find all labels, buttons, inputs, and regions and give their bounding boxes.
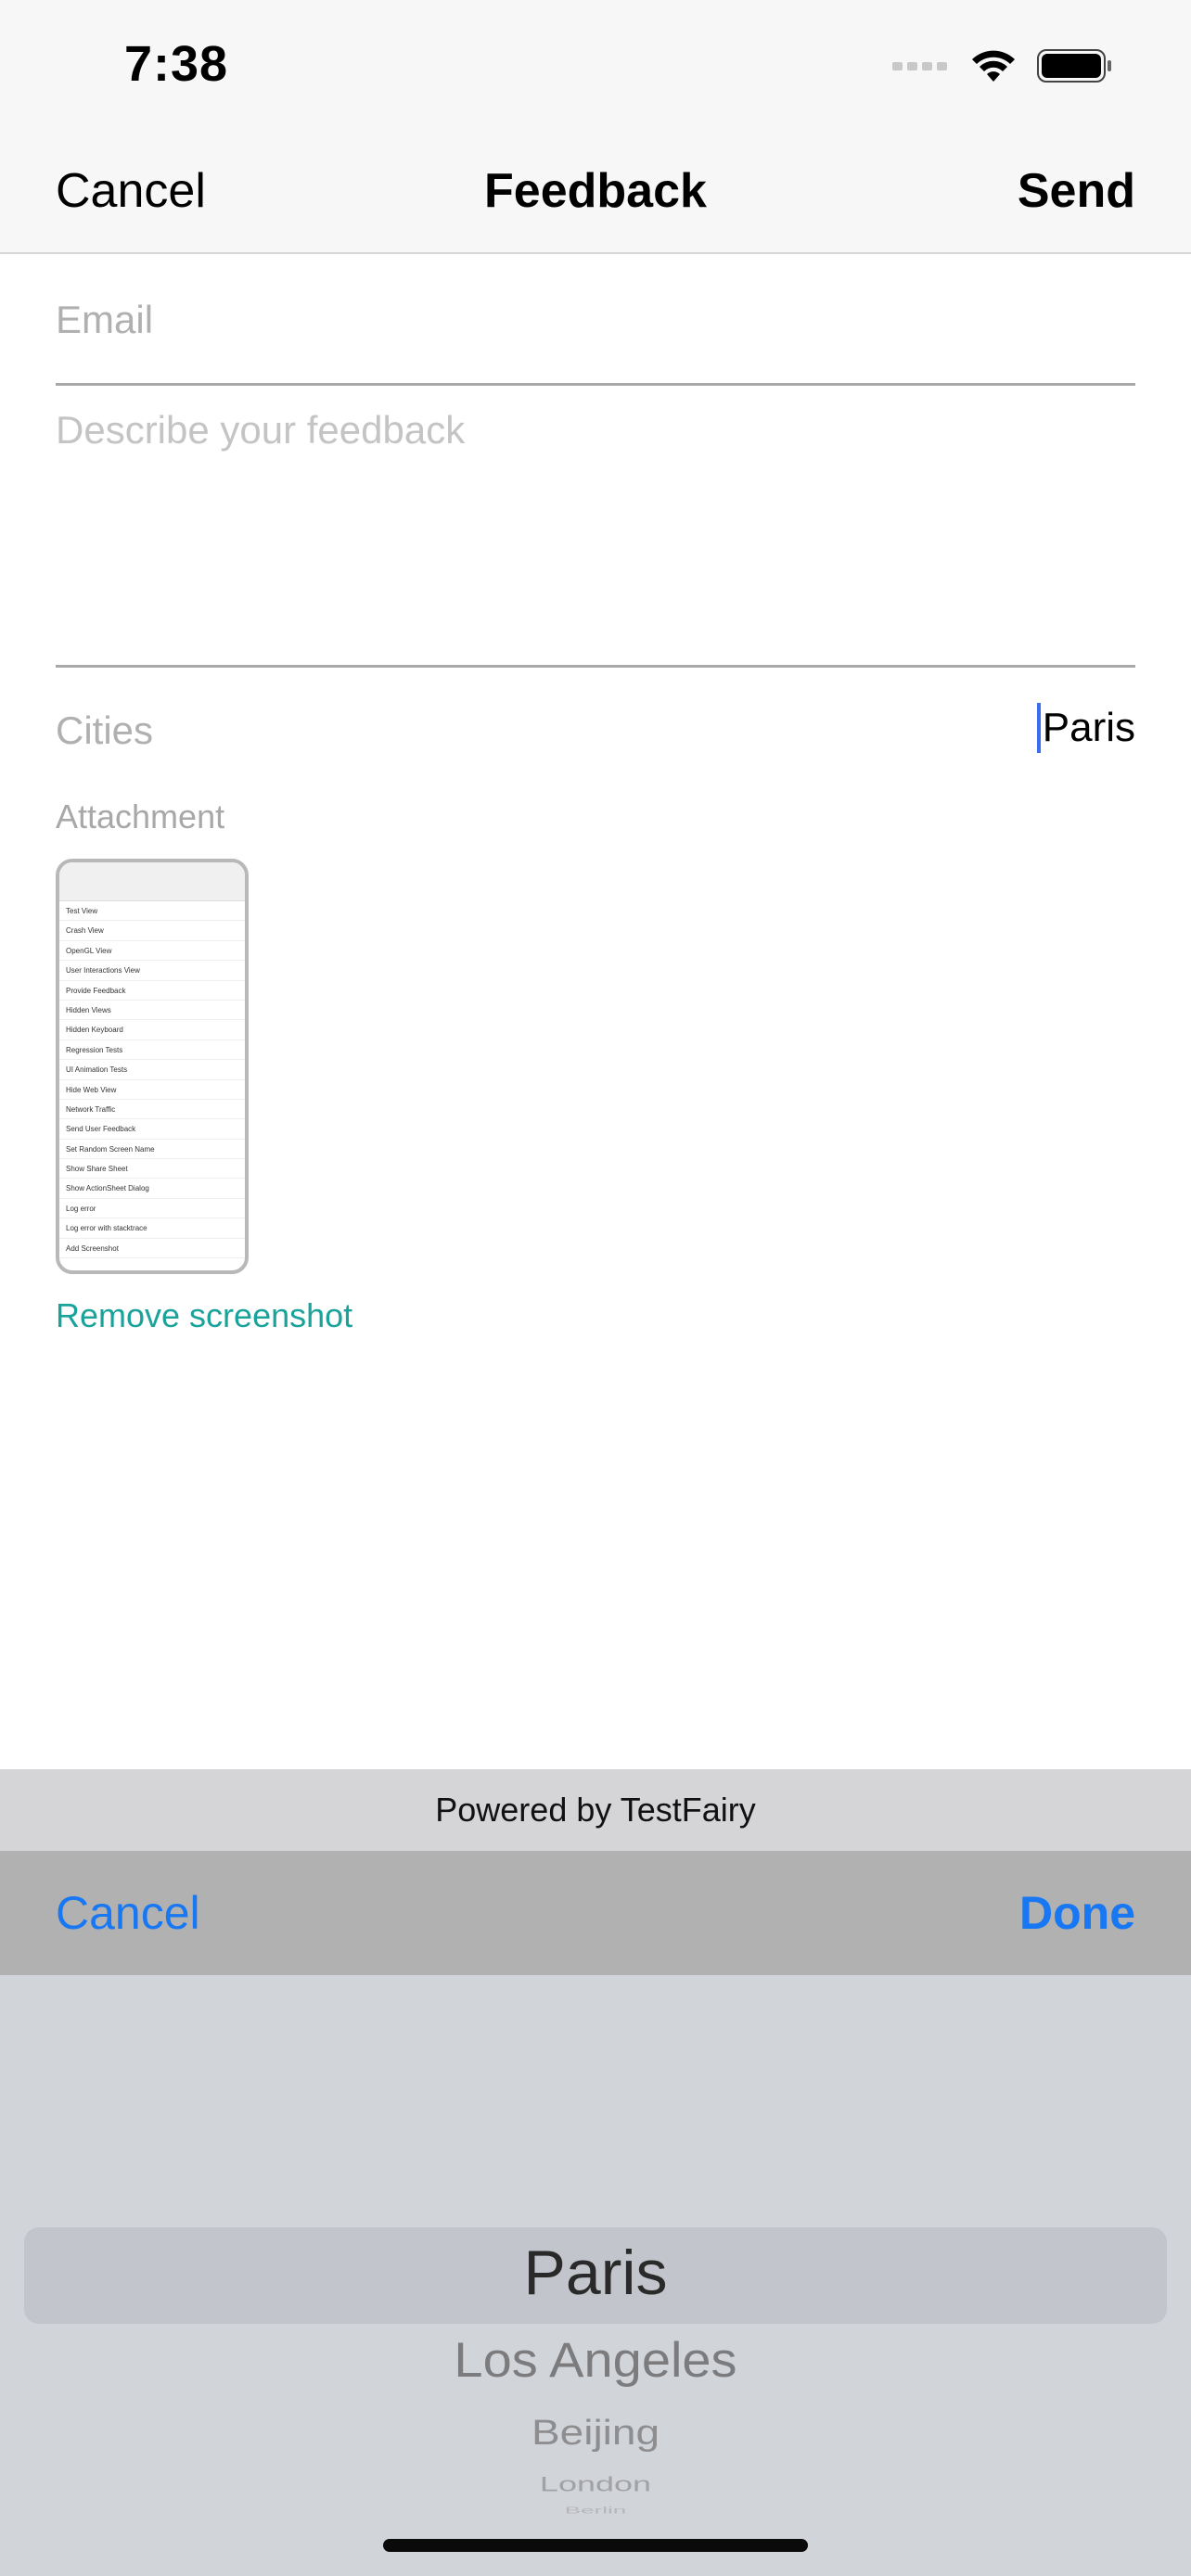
cellular-signal-icon	[892, 59, 950, 77]
battery-icon	[1037, 48, 1113, 88]
thumbnail-row: Log error with stacktrace	[59, 1218, 245, 1239]
picker-item-paris[interactable]: Paris	[0, 2237, 1191, 2309]
picker-item-beijing[interactable]: Beijing	[0, 2412, 1191, 2453]
cities-label: Cities	[56, 708, 154, 752]
thumbnail-header	[59, 862, 245, 901]
picker-item-los-angeles[interactable]: Los Angeles	[0, 2331, 1191, 2388]
attachment-label: Attachment	[56, 797, 225, 835]
picker-toolbar: Cancel Done	[0, 1851, 1191, 1975]
feedback-field[interactable]	[56, 408, 1135, 668]
status-time: 7:38	[124, 36, 229, 92]
thumbnail-row: Crash View	[59, 921, 245, 941]
home-indicator	[383, 2539, 808, 2552]
remove-screenshot-link[interactable]: Remove screenshot	[56, 1296, 352, 1335]
picker-cancel-button[interactable]: Cancel	[56, 1886, 200, 1940]
send-button[interactable]: Send	[1018, 163, 1135, 219]
thumbnail-row: Log error	[59, 1199, 245, 1219]
wifi-icon	[970, 48, 1017, 88]
text-cursor	[1036, 703, 1041, 753]
thumbnail-row: Hidden Views	[59, 1001, 245, 1021]
thumbnail-row: Hidden Keyboard	[59, 1020, 245, 1040]
picker-done-button[interactable]: Done	[1019, 1886, 1135, 1940]
status-bar: 7:38	[0, 0, 1191, 130]
picker-item-london[interactable]: London	[0, 2472, 1191, 2496]
powered-by-footer: Powered by TestFairy	[0, 1769, 1191, 1851]
email-field[interactable]	[56, 256, 1135, 386]
thumbnail-row: Show Share Sheet	[59, 1159, 245, 1180]
thumbnail-row: Add Screenshot	[59, 1239, 245, 1259]
thumbnail-row: OpenGL View	[59, 941, 245, 962]
cities-picker[interactable]: Paris Los Angeles Beijing London Berlin	[0, 1975, 1191, 2576]
picker-item-berlin[interactable]: Berlin	[0, 2506, 1191, 2517]
thumbnail-row: Set Random Screen Name	[59, 1140, 245, 1160]
nav-bar: Cancel Feedback Send	[0, 130, 1191, 254]
cities-value: Paris	[1042, 705, 1135, 750]
thumbnail-row: Send User Feedback	[59, 1119, 245, 1140]
thumbnail-row: Test View	[59, 901, 245, 922]
thumbnail-row: Hide Web View	[59, 1080, 245, 1100]
screenshot-thumbnail[interactable]: Test View Crash View OpenGL View User Inter…	[56, 859, 249, 1274]
thumbnail-row: UI Animation Tests	[59, 1060, 245, 1080]
thumbnail-row: Show ActionSheet Dialog	[59, 1179, 245, 1199]
cancel-button[interactable]: Cancel	[56, 163, 206, 219]
status-icons	[892, 46, 1113, 89]
thumbnail-row: Network Traffic	[59, 1100, 245, 1120]
thumbnail-row: Regression Tests	[59, 1040, 245, 1061]
thumbnail-row: User Interactions View	[59, 961, 245, 981]
thumbnail-row: Provide Feedback	[59, 981, 245, 1001]
cities-select[interactable]: Paris	[1036, 703, 1135, 753]
